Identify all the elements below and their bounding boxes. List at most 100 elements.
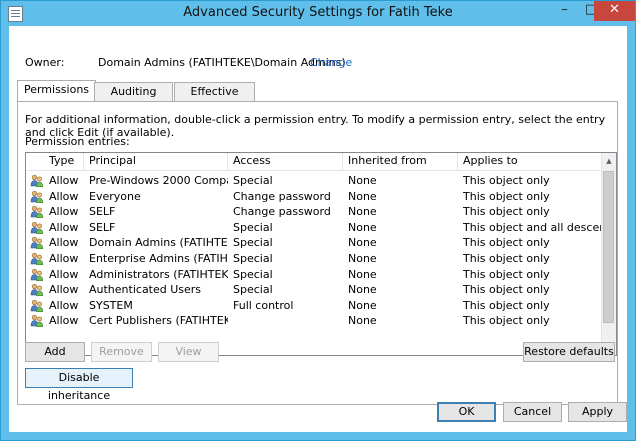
- cell-principal: Everyone: [89, 189, 141, 203]
- owner-label: Owner:: [25, 56, 65, 69]
- cell-type: Allow: [49, 174, 79, 187]
- column-header-applies-to[interactable]: Applies to: [458, 153, 602, 170]
- cell-type: Allow: [49, 189, 79, 203]
- cell-inherited-from: None: [348, 298, 377, 312]
- cell-applies-to: This object only: [463, 174, 550, 187]
- window-title: Advanced Security Settings for Fatih Tek…: [183, 5, 453, 20]
- user-group-icon: [30, 205, 44, 219]
- scrollbar-thumb[interactable]: [603, 171, 614, 323]
- cell-principal: Enterprise Admins (FATIHTE...: [89, 252, 228, 265]
- cell-principal: SELF: [89, 205, 116, 219]
- change-owner-link[interactable]: Change: [310, 56, 352, 69]
- permission-entries-list[interactable]: Type Principal Access Inherited from App…: [25, 152, 617, 356]
- column-header-inherited-from[interactable]: Inherited from: [343, 153, 458, 170]
- view-button[interactable]: View: [158, 342, 219, 362]
- cell-applies-to: This object only: [463, 236, 550, 250]
- cell-access: Full control: [233, 298, 294, 312]
- column-header-access[interactable]: Access: [228, 153, 343, 170]
- permission-entry-row[interactable]: Allow SELF Change password None This object …: [26, 204, 602, 220]
- tab-effective-access[interactable]: Effective Access: [174, 82, 255, 116]
- cell-inherited-from: None: [348, 174, 377, 187]
- cell-type: Allow: [49, 252, 79, 265]
- cell-access: Special: [233, 283, 273, 297]
- column-header-type[interactable]: Type: [44, 153, 84, 170]
- column-header-principal[interactable]: Principal: [84, 153, 228, 170]
- cell-inherited-from: None: [348, 252, 377, 265]
- add-button[interactable]: Add: [25, 342, 85, 362]
- cell-principal: Administrators (FATIHTEKE\...: [89, 267, 228, 281]
- cell-applies-to: This object only: [463, 205, 550, 219]
- permission-entry-row[interactable]: Allow SELF Special None This object and all …: [26, 220, 602, 236]
- permission-entry-row[interactable]: Allow Cert Publishers (FATIHTEKE\... None T…: [26, 313, 602, 329]
- cell-inherited-from: None: [348, 267, 377, 281]
- cell-type: Allow: [49, 314, 79, 328]
- user-group-icon: [30, 252, 44, 266]
- cell-access: Special: [233, 174, 273, 187]
- cell-principal: Pre-Windows 2000 Compatib...: [89, 174, 228, 187]
- permission-entry-row[interactable]: Allow Authenticated Users Special None This …: [26, 282, 602, 298]
- scroll-up-icon[interactable]: ▲: [602, 153, 616, 169]
- cell-principal: Cert Publishers (FATIHTEKE\...: [89, 314, 228, 328]
- cell-inherited-from: None: [348, 236, 377, 250]
- cell-type: Allow: [49, 298, 79, 312]
- restore-defaults-button[interactable]: Restore defaults: [523, 342, 615, 362]
- cell-inherited-from: None: [348, 283, 377, 297]
- cell-applies-to: This object only: [463, 283, 550, 297]
- user-group-icon: [30, 268, 44, 281]
- cell-access: Change password: [233, 205, 331, 219]
- close-button[interactable]: ✕: [594, 1, 635, 21]
- permission-entry-row[interactable]: Allow Administrators (FATIHTEKE\... Specia…: [26, 267, 602, 283]
- cancel-button[interactable]: Cancel: [503, 402, 562, 422]
- cell-principal: SELF: [89, 220, 116, 234]
- remove-button[interactable]: Remove: [91, 342, 152, 362]
- minimize-button[interactable]: –: [552, 1, 577, 21]
- cell-access: Change password: [233, 189, 331, 203]
- user-group-icon: [30, 236, 44, 250]
- list-header: Type Principal Access Inherited from App…: [26, 153, 602, 171]
- cell-applies-to: This object only: [463, 298, 550, 312]
- cell-access: Special: [233, 267, 273, 281]
- cell-access: Special: [233, 236, 273, 250]
- cell-principal: SYSTEM: [89, 298, 133, 312]
- cell-applies-to: This object only: [463, 314, 550, 328]
- cell-principal: Domain Admins (FATIHTEKE...: [89, 236, 228, 250]
- cell-inherited-from: None: [348, 205, 377, 219]
- user-group-icon: [30, 221, 44, 234]
- cell-applies-to: This object only: [463, 267, 550, 281]
- dialog-body: Owner: Domain Admins (FATIHTEKE\Domain A…: [9, 26, 627, 432]
- permission-entry-row[interactable]: Allow Enterprise Admins (FATIHTE... Specia…: [26, 251, 602, 267]
- owner-value: Domain Admins (FATIHTEKE\Domain Admins): [98, 56, 346, 69]
- user-group-icon: [30, 174, 44, 188]
- user-group-icon: [30, 314, 44, 328]
- permission-entries-label: Permission entries:: [25, 135, 130, 148]
- tab-permissions[interactable]: Permissions: [17, 80, 96, 103]
- cell-inherited-from: None: [348, 220, 377, 234]
- cell-type: Allow: [49, 236, 79, 250]
- cell-principal: Authenticated Users: [89, 283, 202, 297]
- user-group-icon: [30, 283, 44, 297]
- disable-inheritance-button[interactable]: Disable inheritance: [25, 368, 133, 402]
- tab-auditing[interactable]: Auditing: [94, 82, 173, 102]
- cell-applies-to: This object only: [463, 189, 550, 203]
- cell-inherited-from: None: [348, 314, 377, 328]
- cell-applies-to: This object and all descendan...: [463, 220, 602, 234]
- cell-access: Special: [233, 252, 273, 265]
- ok-button[interactable]: OK: [437, 402, 496, 422]
- permission-entry-row[interactable]: Allow Pre-Windows 2000 Compatib... Special…: [26, 173, 602, 189]
- cell-access: Special: [233, 220, 273, 234]
- cell-inherited-from: None: [348, 189, 377, 203]
- vertical-scrollbar[interactable]: ▲ ▼: [601, 153, 616, 355]
- apply-button[interactable]: Apply: [568, 402, 627, 422]
- advanced-security-window: Advanced Security Settings for Fatih Tek…: [0, 0, 636, 441]
- cell-type: Allow: [49, 283, 79, 297]
- cell-type: Allow: [49, 220, 79, 234]
- permission-entry-row[interactable]: Allow Everyone Change password None This obj…: [26, 189, 602, 205]
- cell-applies-to: This object only: [463, 252, 550, 265]
- title-bar[interactable]: Advanced Security Settings for Fatih Tek…: [1, 1, 635, 26]
- user-group-icon: [30, 299, 44, 312]
- permission-entry-row[interactable]: Allow Domain Admins (FATIHTEKE... Special N…: [26, 235, 602, 251]
- permission-entry-row[interactable]: Allow SYSTEM Full control None This object o…: [26, 298, 602, 314]
- cell-type: Allow: [49, 205, 79, 219]
- user-group-icon: [30, 190, 44, 203]
- cell-type: Allow: [49, 267, 79, 281]
